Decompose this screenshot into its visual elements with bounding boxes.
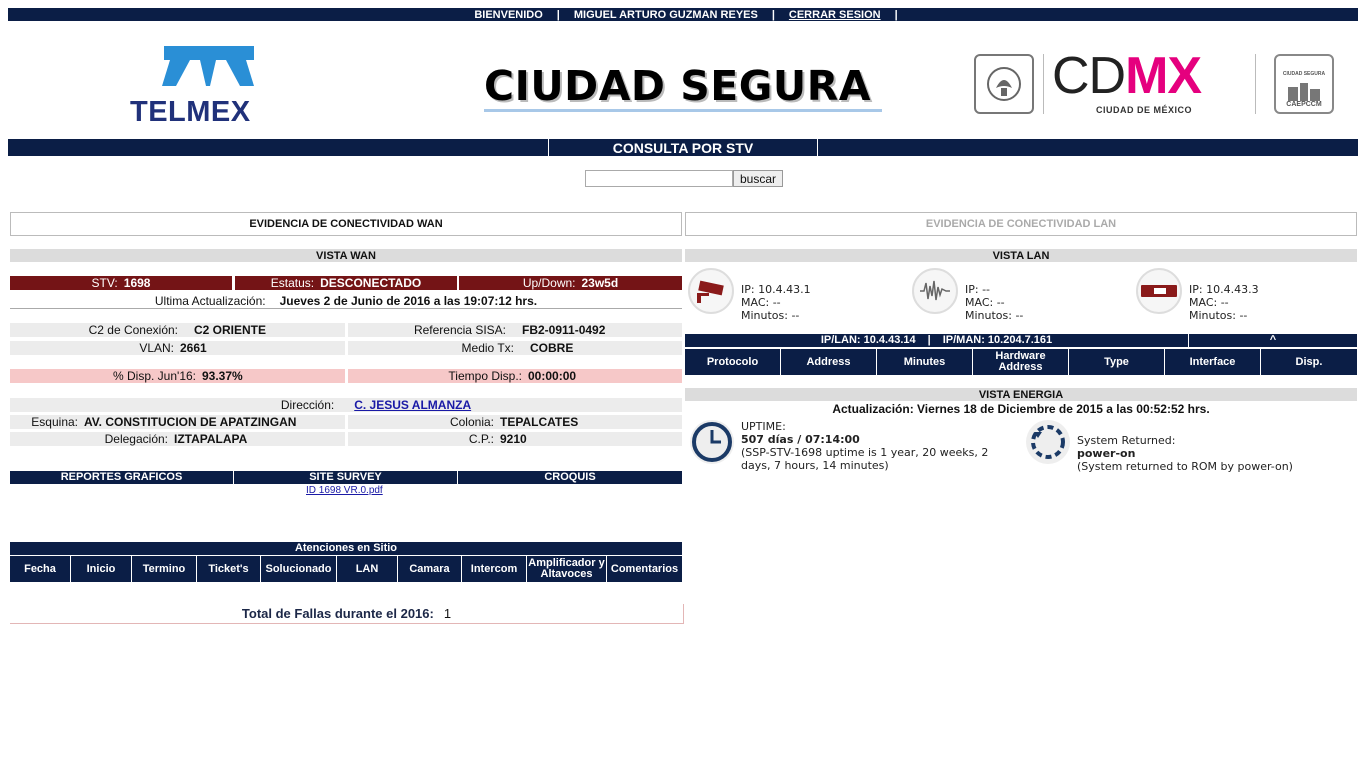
logout-link[interactable]: CERRAR SESION xyxy=(789,9,881,21)
col-protocolo: Protocolo xyxy=(685,349,781,375)
telmex-wordmark: TELMEX xyxy=(130,96,251,128)
mexico-seal-icon xyxy=(974,54,1034,114)
uptime-detail: (SSP-STV-1698 uptime is 1 year, 20 weeks… xyxy=(741,446,989,472)
ip-info: IP/LAN: 10.4.43.14 | IP/MAN: 10.204.7.16… xyxy=(685,334,1189,347)
status-value: DESCONECTADO xyxy=(320,276,422,290)
col-disp: Disp. xyxy=(1261,349,1357,375)
collapse-caret-button[interactable]: ^ xyxy=(1189,334,1357,347)
tab-reportes-graficos[interactable]: REPORTES GRAFICOS xyxy=(10,471,234,484)
tab-croquis[interactable]: CROQUIS xyxy=(458,471,682,484)
vlan-row: VLAN: 2661 xyxy=(10,341,345,355)
lan-device-camera: IP: 10.4.43.1 MAC: -- Minutos: -- xyxy=(741,283,811,322)
vista-lan-header: VISTA LAN xyxy=(685,249,1357,262)
ip-bar: IP/LAN: 10.4.43.14 | IP/MAN: 10.204.7.16… xyxy=(685,334,1357,347)
col-termino: Termino xyxy=(132,556,197,582)
col-tickets: Ticket's xyxy=(197,556,261,582)
stv-cell: STV: 1698 xyxy=(10,276,232,290)
ip-lan: IP/LAN: 10.4.43.14 xyxy=(820,334,916,346)
cdmx-subtitle: CIUDAD DE MÉXICO xyxy=(1096,105,1193,115)
c2-row: C2 de Conexión: C2 ORIENTE xyxy=(10,323,345,337)
uptime-block: UPTIME: 507 días / 07:14:00 (SSP-STV-169… xyxy=(741,420,1009,472)
atenciones-header-row: Fecha Inicio Termino Ticket's Solucionad… xyxy=(10,556,682,582)
col-fecha: Fecha xyxy=(10,556,71,582)
uptime-value: 507 días / 07:14:00 xyxy=(741,433,860,446)
caepccm-logo: CIUDAD SEGURA CAEPCCM xyxy=(1274,54,1334,114)
returned-block: System Returned: power-on (System return… xyxy=(1077,434,1347,473)
direccion-link[interactable]: C. JESUS ALMANZA xyxy=(354,398,471,412)
energia-update: Actualización: Viernes 18 de Diciembre d… xyxy=(832,402,1210,416)
cp-row: C.P.: 9210 xyxy=(348,432,682,446)
ciudad-segura-title: CIUDAD SEGURA xyxy=(484,62,871,110)
stv-value: 1698 xyxy=(123,276,151,290)
colonia-row: Colonia: TEPALCATES xyxy=(348,415,682,429)
col-interface: Interface xyxy=(1165,349,1261,375)
col-comentarios: Comentarios xyxy=(607,556,682,582)
disp-row: % Disp. Jun'16: 93.37% xyxy=(10,369,345,383)
updown-cell: Up/Down: 23w5d xyxy=(459,276,682,290)
col-solucionado: Solucionado xyxy=(261,556,337,582)
separator: | xyxy=(771,8,775,21)
col-type: Type xyxy=(1069,349,1165,375)
clock-icon xyxy=(688,418,736,466)
restart-icon xyxy=(1024,418,1072,466)
cdmx-logo: CDMX xyxy=(1052,47,1202,105)
esquina-row: Esquina: AV. CONSTITUCION DE APATZINGAN xyxy=(10,415,345,429)
welcome-text: BIENVENIDO xyxy=(474,8,543,21)
col-inicio: Inicio xyxy=(71,556,132,582)
lan-evidence-tab[interactable]: EVIDENCIA DE CONECTIVIDAD LAN xyxy=(685,212,1357,236)
medio-row: Medio Tx: COBRE xyxy=(348,341,682,355)
ip-man: IP/MAN: 10.204.7.161 xyxy=(942,334,1053,346)
atenciones-title: Atenciones en Sitio xyxy=(10,542,682,555)
camera-icon xyxy=(688,268,734,314)
search-button[interactable]: buscar xyxy=(733,170,783,187)
site-survey-pdf-link[interactable]: ID 1698 VR.0.pdf xyxy=(306,485,383,496)
tiempo-row: Tiempo Disp.: 00:00:00 xyxy=(348,369,682,383)
consulta-title: CONSULTA POR STV xyxy=(548,139,818,156)
stv-search-input[interactable] xyxy=(585,170,733,187)
ups-icon xyxy=(1136,268,1182,314)
lan-header-row: Protocolo Address Minutes Hardware Addre… xyxy=(685,349,1357,375)
vista-energia-header: VISTA ENERGIA xyxy=(685,388,1357,401)
total-fallas-row: Total de Fallas durante el 2016: 1 xyxy=(10,604,684,624)
top-bar: BIENVENIDO | MIGUEL ARTURO GUZMAN REYES … xyxy=(8,8,1358,21)
col-amplificador: Amplificador y Altavoces xyxy=(527,556,607,582)
sisa-row: Referencia SISA: FB2-0911-0492 xyxy=(348,323,682,337)
col-lan: LAN xyxy=(337,556,398,582)
caepccm-top-text: CIUDAD SEGURA xyxy=(1282,71,1326,77)
audio-icon xyxy=(912,268,958,314)
title-underline xyxy=(484,109,882,112)
vista-wan-header: VISTA WAN xyxy=(10,249,682,262)
wan-evidence-tab[interactable]: EVIDENCIA DE CONECTIVIDAD WAN xyxy=(10,212,682,236)
separator: | xyxy=(556,8,560,21)
status-cell: Estatus: DESCONECTADO xyxy=(235,276,457,290)
building-icon xyxy=(1288,83,1320,101)
col-hardware-address: Hardware Address xyxy=(973,349,1069,375)
last-update-value: Jueves 2 de Junio de 2016 a las 19:07:12… xyxy=(279,293,538,308)
divider xyxy=(1043,54,1044,114)
delegacion-row: Delegación: IZTAPALAPA xyxy=(10,432,345,446)
separator: | xyxy=(894,8,898,21)
updown-value: 23w5d xyxy=(581,276,619,290)
total-fallas-value: 1 xyxy=(443,606,452,621)
reports-tabbar: REPORTES GRAFICOS SITE SURVEY CROQUIS xyxy=(10,471,682,484)
returned-value: power-on xyxy=(1077,447,1136,460)
last-update-row: Ultima Actualización: Jueves 2 de Junio … xyxy=(10,293,682,309)
col-camara: Camara xyxy=(398,556,462,582)
lan-device-audio: IP: -- MAC: -- Minutos: -- xyxy=(965,283,1024,322)
col-intercom: Intercom xyxy=(462,556,527,582)
returned-detail: (System returned to ROM by power-on) xyxy=(1077,460,1293,473)
lan-device-ups: IP: 10.4.43.3 MAC: -- Minutos: -- xyxy=(1189,283,1259,322)
col-minutes: Minutes xyxy=(877,349,973,375)
user-name: MIGUEL ARTURO GUZMAN REYES xyxy=(573,8,758,21)
col-address: Address xyxy=(781,349,877,375)
direccion-row: Dirección: C. JESUS ALMANZA xyxy=(10,398,682,412)
divider xyxy=(1255,54,1256,114)
tab-site-survey[interactable]: SITE SURVEY xyxy=(234,471,458,484)
